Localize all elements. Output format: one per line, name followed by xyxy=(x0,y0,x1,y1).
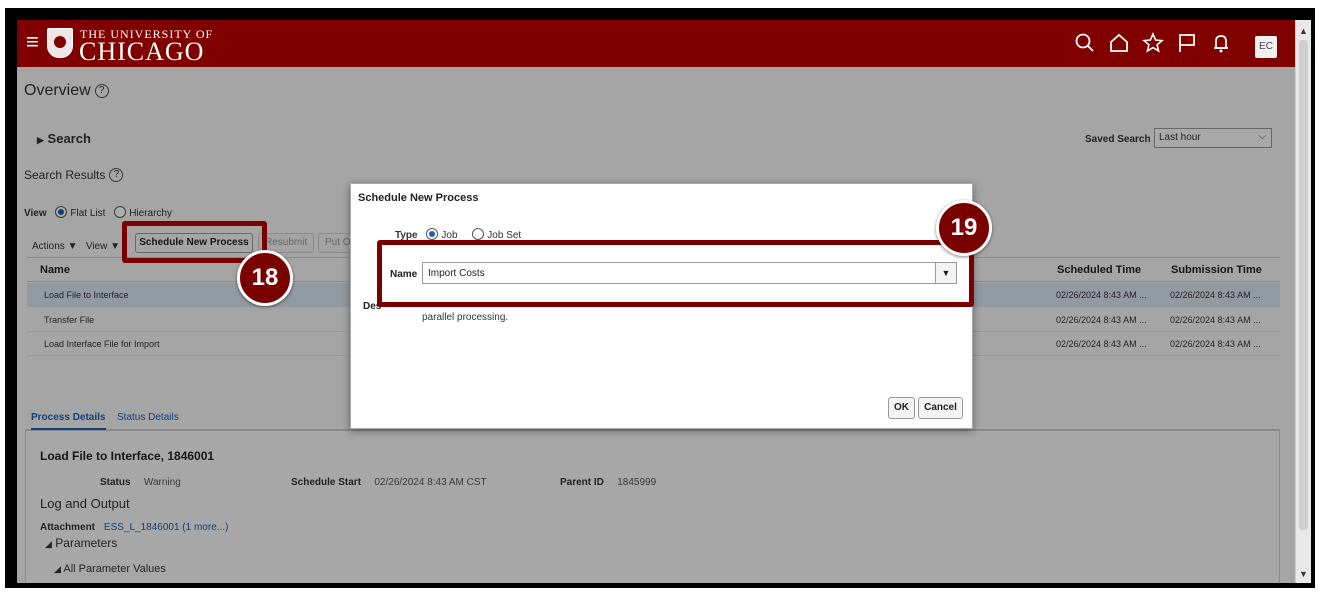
scroll-up-icon[interactable]: ▲ xyxy=(1299,26,1308,36)
home-icon[interactable] xyxy=(1106,30,1132,56)
vertical-scrollbar[interactable]: ▲ ▼ xyxy=(1295,20,1311,583)
type-job-set-radio[interactable] xyxy=(472,228,485,240)
scrollbar-thumb[interactable] xyxy=(1299,40,1308,530)
flag-icon[interactable] xyxy=(1174,30,1200,56)
cancel-button[interactable]: Cancel xyxy=(918,397,963,419)
scroll-down-icon[interactable]: ▼ xyxy=(1299,569,1308,579)
screenshot-frame: ≡ THE UNIVERSITY OF CHICAGO EC Overview … xyxy=(5,8,1315,588)
favorites-star-icon[interactable] xyxy=(1140,30,1166,56)
step-19-badge: 19 xyxy=(936,200,992,256)
brand-name[interactable]: CHICAGO xyxy=(79,38,204,66)
type-job-radio[interactable] xyxy=(426,228,439,240)
ok-button[interactable]: OK xyxy=(888,397,915,419)
user-avatar[interactable]: EC xyxy=(1255,36,1277,58)
search-icon[interactable] xyxy=(1072,30,1098,56)
global-header: ≡ THE UNIVERSITY OF CHICAGO EC xyxy=(17,20,1300,67)
description-text: parallel processing. xyxy=(422,312,509,323)
step-18-badge: 18 xyxy=(237,250,293,306)
university-crest-icon xyxy=(47,28,73,58)
dialog-title: Schedule New Process xyxy=(358,192,479,204)
step-19-highlight xyxy=(377,240,974,307)
notifications-bell-icon[interactable] xyxy=(1208,30,1234,56)
app-window: ≡ THE UNIVERSITY OF CHICAGO EC Overview … xyxy=(17,20,1300,583)
menu-icon[interactable]: ≡ xyxy=(26,31,39,53)
